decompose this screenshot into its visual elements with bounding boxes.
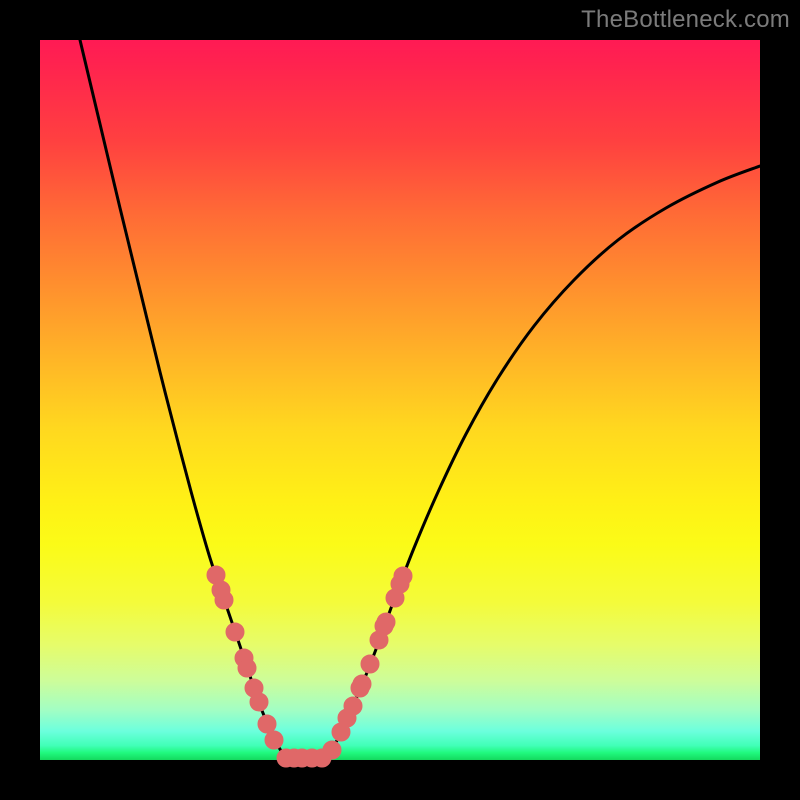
data-dot [377, 613, 395, 631]
data-dot [215, 591, 233, 609]
curve-right [326, 166, 760, 758]
data-dot [394, 567, 412, 585]
data-dot [238, 659, 256, 677]
data-dot [353, 675, 371, 693]
data-dot [226, 623, 244, 641]
curve-left [80, 40, 286, 758]
data-dot [344, 697, 362, 715]
data-dot [258, 715, 276, 733]
outer-frame: TheBottleneck.com [0, 0, 800, 800]
watermark-text: TheBottleneck.com [581, 6, 790, 34]
data-dot [265, 731, 283, 749]
data-dots [207, 566, 412, 767]
data-dot [361, 655, 379, 673]
data-dot [250, 693, 268, 711]
curve-overlay [40, 40, 760, 760]
data-dot [323, 741, 341, 759]
